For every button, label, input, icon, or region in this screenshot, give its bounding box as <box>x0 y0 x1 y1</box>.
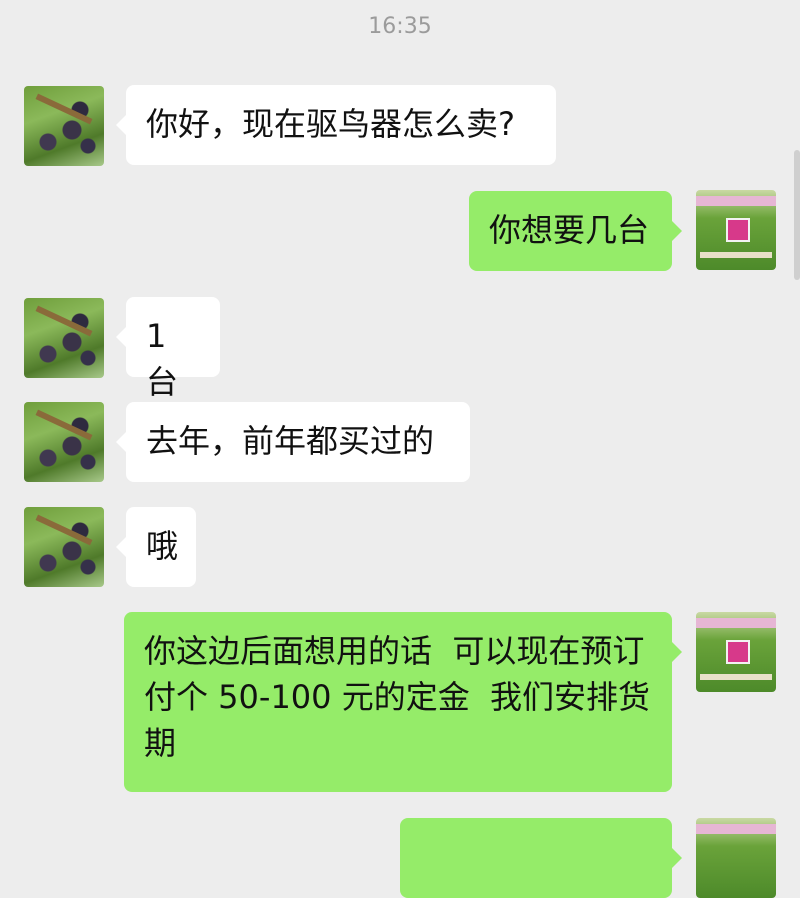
avatar-banner <box>696 824 776 834</box>
message-text: 你想要几台 <box>489 211 650 249</box>
scrollbar[interactable] <box>794 150 800 280</box>
own-avatar[interactable] <box>696 190 776 270</box>
contact-avatar[interactable] <box>24 402 104 482</box>
avatar-caption-strip <box>700 674 772 680</box>
message-text: 你这边后面想用的话 可以现在预订 付个 50-100 元的定金 我们安排货期 <box>144 632 665 762</box>
own-avatar[interactable] <box>696 612 776 692</box>
message-text: 哦 <box>146 527 179 565</box>
avatar-banner <box>696 196 776 206</box>
message-bubble-sent[interactable]: 你想要几台 <box>469 191 682 271</box>
device-icon <box>726 218 750 242</box>
message-text: 你好，现在驱鸟器怎么卖? <box>146 105 515 143</box>
message-text: 1 台 <box>146 317 179 401</box>
avatar-banner <box>696 618 776 628</box>
contact-avatar[interactable] <box>24 86 104 166</box>
contact-avatar[interactable] <box>24 298 104 378</box>
message-bubble-received[interactable]: 哦 <box>116 507 196 587</box>
message-bubble-sent[interactable] <box>400 818 682 898</box>
message-bubble-received[interactable]: 1 台 <box>116 297 220 401</box>
avatar-caption-strip <box>700 252 772 258</box>
device-icon <box>726 640 750 664</box>
chat-timestamp: 16:35 <box>368 14 432 39</box>
message-bubble-received[interactable]: 你好，现在驱鸟器怎么卖? <box>116 85 556 165</box>
message-bubble-received[interactable]: 去年，前年都买过的 <box>116 402 470 482</box>
message-text: 去年，前年都买过的 <box>146 422 435 460</box>
message-bubble-sent[interactable]: 你这边后面想用的话 可以现在预订 付个 50-100 元的定金 我们安排货期 <box>124 612 682 792</box>
own-avatar[interactable] <box>696 818 776 898</box>
contact-avatar[interactable] <box>24 507 104 587</box>
